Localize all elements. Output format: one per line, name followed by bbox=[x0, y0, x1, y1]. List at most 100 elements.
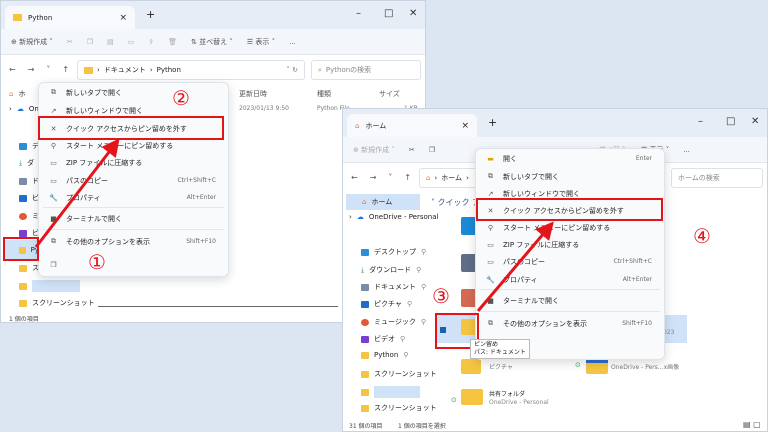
folder-icon bbox=[13, 14, 22, 21]
zip-icon: ▭ bbox=[487, 240, 494, 249]
menu-label: プロパティ bbox=[503, 275, 538, 284]
new-tab-button[interactable]: + bbox=[146, 8, 155, 21]
sort-button[interactable]: ⇅ 並べ替え ˅ bbox=[191, 37, 233, 47]
column-size[interactable]: サイズ bbox=[379, 89, 400, 99]
refresh-icon[interactable]: ˅ ↻ bbox=[286, 66, 298, 74]
nav-pictures[interactable]: ピ bbox=[19, 193, 39, 203]
minimize-button[interactable]: – bbox=[356, 8, 361, 19]
nav-home[interactable]: ⌂ ホ bbox=[9, 89, 25, 99]
tooltip-line: ピン留め bbox=[474, 341, 499, 348]
menu-open-new-tab[interactable]: ⧉ 新しいタブで開く bbox=[39, 84, 228, 101]
menu-open-new-tab[interactable]: ⧉ 新しいタブで開く bbox=[476, 168, 664, 185]
tab-home[interactable]: ⌂ ホーム × bbox=[347, 114, 477, 137]
nav-pictures[interactable]: ピクチャ ⚲ bbox=[361, 299, 412, 309]
horizontal-scrollbar[interactable] bbox=[98, 306, 338, 307]
menu-properties[interactable]: 🔧 プロパティ Alt+Enter bbox=[39, 189, 228, 206]
nav-desktop[interactable]: デ bbox=[19, 141, 39, 151]
forward-icon[interactable]: → bbox=[370, 173, 377, 182]
breadcrumb-home[interactable]: ホーム bbox=[441, 173, 462, 183]
pictures-folder-icon[interactable] bbox=[461, 359, 481, 374]
more-button[interactable]: ... bbox=[683, 146, 690, 154]
nav-python[interactable]: Python ⚲ bbox=[361, 351, 408, 359]
recent-icon[interactable]: ˅ bbox=[388, 173, 392, 182]
menu-label: 新しいタブで開く bbox=[503, 172, 559, 181]
shortcut: Ctrl+Shift+C bbox=[177, 177, 216, 184]
rename-icon[interactable]: ▭ bbox=[128, 38, 135, 46]
menu-properties[interactable]: 🔧 プロパティ Alt+Enter bbox=[476, 271, 664, 288]
copy-icon[interactable]: ❐ bbox=[87, 38, 93, 46]
back-icon[interactable]: ← bbox=[351, 173, 358, 182]
cut-icon[interactable]: ✂ bbox=[67, 38, 73, 46]
new-tab-button[interactable]: + bbox=[488, 116, 497, 129]
close-button[interactable]: ✕ bbox=[751, 116, 759, 127]
view-button[interactable]: ☰ 表示 ˅ bbox=[247, 37, 275, 47]
new-button[interactable]: ⊕ 新規作成 ˅ bbox=[353, 145, 395, 155]
search-input[interactable]: ⌕ Pythonの検索 bbox=[311, 60, 421, 80]
more-button[interactable]: ... bbox=[289, 38, 296, 46]
nav-folder[interactable] bbox=[361, 386, 420, 398]
back-icon[interactable]: ← bbox=[9, 65, 16, 74]
nav-home[interactable]: ⌂ ホーム bbox=[346, 194, 420, 210]
close-tab-icon[interactable]: × bbox=[461, 121, 469, 131]
nav-onedrive[interactable]: › ☁ On bbox=[9, 105, 39, 113]
forward-icon[interactable]: → bbox=[28, 65, 35, 74]
copy-icon[interactable]: ❐ bbox=[429, 146, 435, 154]
menu-open-terminal[interactable]: ■ ターミナルで開く bbox=[39, 210, 228, 227]
onedrive-image-folder-icon[interactable] bbox=[586, 359, 608, 374]
breadcrumb-python[interactable]: Python bbox=[157, 66, 181, 74]
maximize-button[interactable]: □ bbox=[384, 8, 393, 19]
menu-zip[interactable]: ▭ ZIP ファイルに圧縮する bbox=[39, 154, 228, 171]
nav-screenshots[interactable]: スクリーンショット bbox=[361, 369, 437, 379]
nav-onedrive[interactable]: › ☁ OneDrive - Personal bbox=[349, 213, 438, 221]
recent-icon[interactable]: ˅ bbox=[46, 65, 50, 74]
menu-label: プロパティ bbox=[66, 193, 101, 202]
terminal-icon: ■ bbox=[50, 214, 57, 223]
menu-open[interactable]: ▬ 開く Enter bbox=[476, 150, 664, 167]
shortcut: Shift+F10 bbox=[186, 238, 216, 245]
nav-desktop[interactable]: デスクトップ ⚲ bbox=[361, 247, 426, 257]
nav-folder[interactable] bbox=[19, 280, 80, 292]
nav-documents[interactable]: ドキュメント ⚲ bbox=[361, 282, 426, 292]
close-tab-icon[interactable]: × bbox=[119, 13, 127, 23]
breadcrumb-documents[interactable]: ドキュメント bbox=[104, 65, 146, 75]
new-button[interactable]: ⊕ 新規作成 ˅ bbox=[11, 37, 53, 47]
cut-icon[interactable]: ✂ bbox=[409, 146, 415, 154]
nav-screenshots-2[interactable]: スクリーンショット bbox=[361, 403, 437, 413]
nav-label: Python bbox=[374, 351, 399, 359]
new-tab-icon: ⧉ bbox=[51, 88, 56, 96]
menu-copy-path[interactable]: ▭ パスのコピー Ctrl+Shift+C bbox=[476, 253, 664, 270]
nav-downloads[interactable]: ⤓ ダウンロード ⚲ bbox=[361, 265, 421, 275]
paste-icon[interactable]: ▤ bbox=[107, 38, 114, 46]
view-label: 表示 bbox=[255, 37, 270, 46]
menu-more-options[interactable]: ⧉ その他のオプションを表示 Shift+F10 bbox=[39, 233, 228, 250]
divider bbox=[43, 207, 224, 208]
menu-copy-button[interactable]: ❐ bbox=[39, 256, 228, 273]
nav-documents[interactable]: ド bbox=[19, 176, 39, 186]
minimize-button[interactable]: – bbox=[698, 116, 703, 127]
share-icon[interactable]: ⇪ bbox=[148, 38, 154, 46]
nav-videos[interactable]: ビデオ ⚲ bbox=[361, 334, 405, 344]
menu-copy-path[interactable]: ▭ パスのコピー Ctrl+Shift+C bbox=[39, 172, 228, 189]
view-toggle-icons[interactable]: ▤ ▢ bbox=[743, 420, 761, 429]
nav-screenshots-2[interactable]: スクリーンショット bbox=[19, 298, 95, 308]
nav-label: ホーム bbox=[371, 198, 393, 206]
menu-pin-start[interactable]: ⚲ スタート メニューにピン留めする bbox=[476, 219, 664, 236]
maximize-button[interactable]: □ bbox=[726, 116, 735, 127]
search-input[interactable]: ホームの検索 bbox=[671, 168, 763, 188]
menu-open-terminal[interactable]: ■ ターミナルで開く bbox=[476, 292, 664, 309]
menu-more-options[interactable]: ⧉ その他のオプションを表示 Shift+F10 bbox=[476, 315, 664, 332]
nav-music[interactable]: ミュージック ⚲ bbox=[361, 317, 426, 327]
nav-screenshots[interactable]: ス bbox=[19, 263, 39, 273]
nav-downloads[interactable]: ⤓ ダ bbox=[19, 158, 34, 168]
up-icon[interactable]: ↑ bbox=[404, 173, 411, 182]
delete-icon[interactable]: 🗑 bbox=[168, 38, 177, 46]
column-modified[interactable]: 更新日時 bbox=[239, 89, 267, 99]
menu-zip[interactable]: ▭ ZIP ファイルに圧縮する bbox=[476, 236, 664, 253]
up-icon[interactable]: ↑ bbox=[62, 65, 69, 74]
address-bar[interactable]: › ドキュメント › Python ˅ ↻ bbox=[77, 60, 305, 80]
shared-folder-icon[interactable] bbox=[461, 389, 483, 405]
tab-python[interactable]: Python × bbox=[5, 6, 135, 29]
close-button[interactable]: ✕ bbox=[409, 8, 417, 19]
nav-music[interactable]: ミ bbox=[19, 211, 39, 221]
column-type[interactable]: 種類 bbox=[317, 89, 331, 99]
